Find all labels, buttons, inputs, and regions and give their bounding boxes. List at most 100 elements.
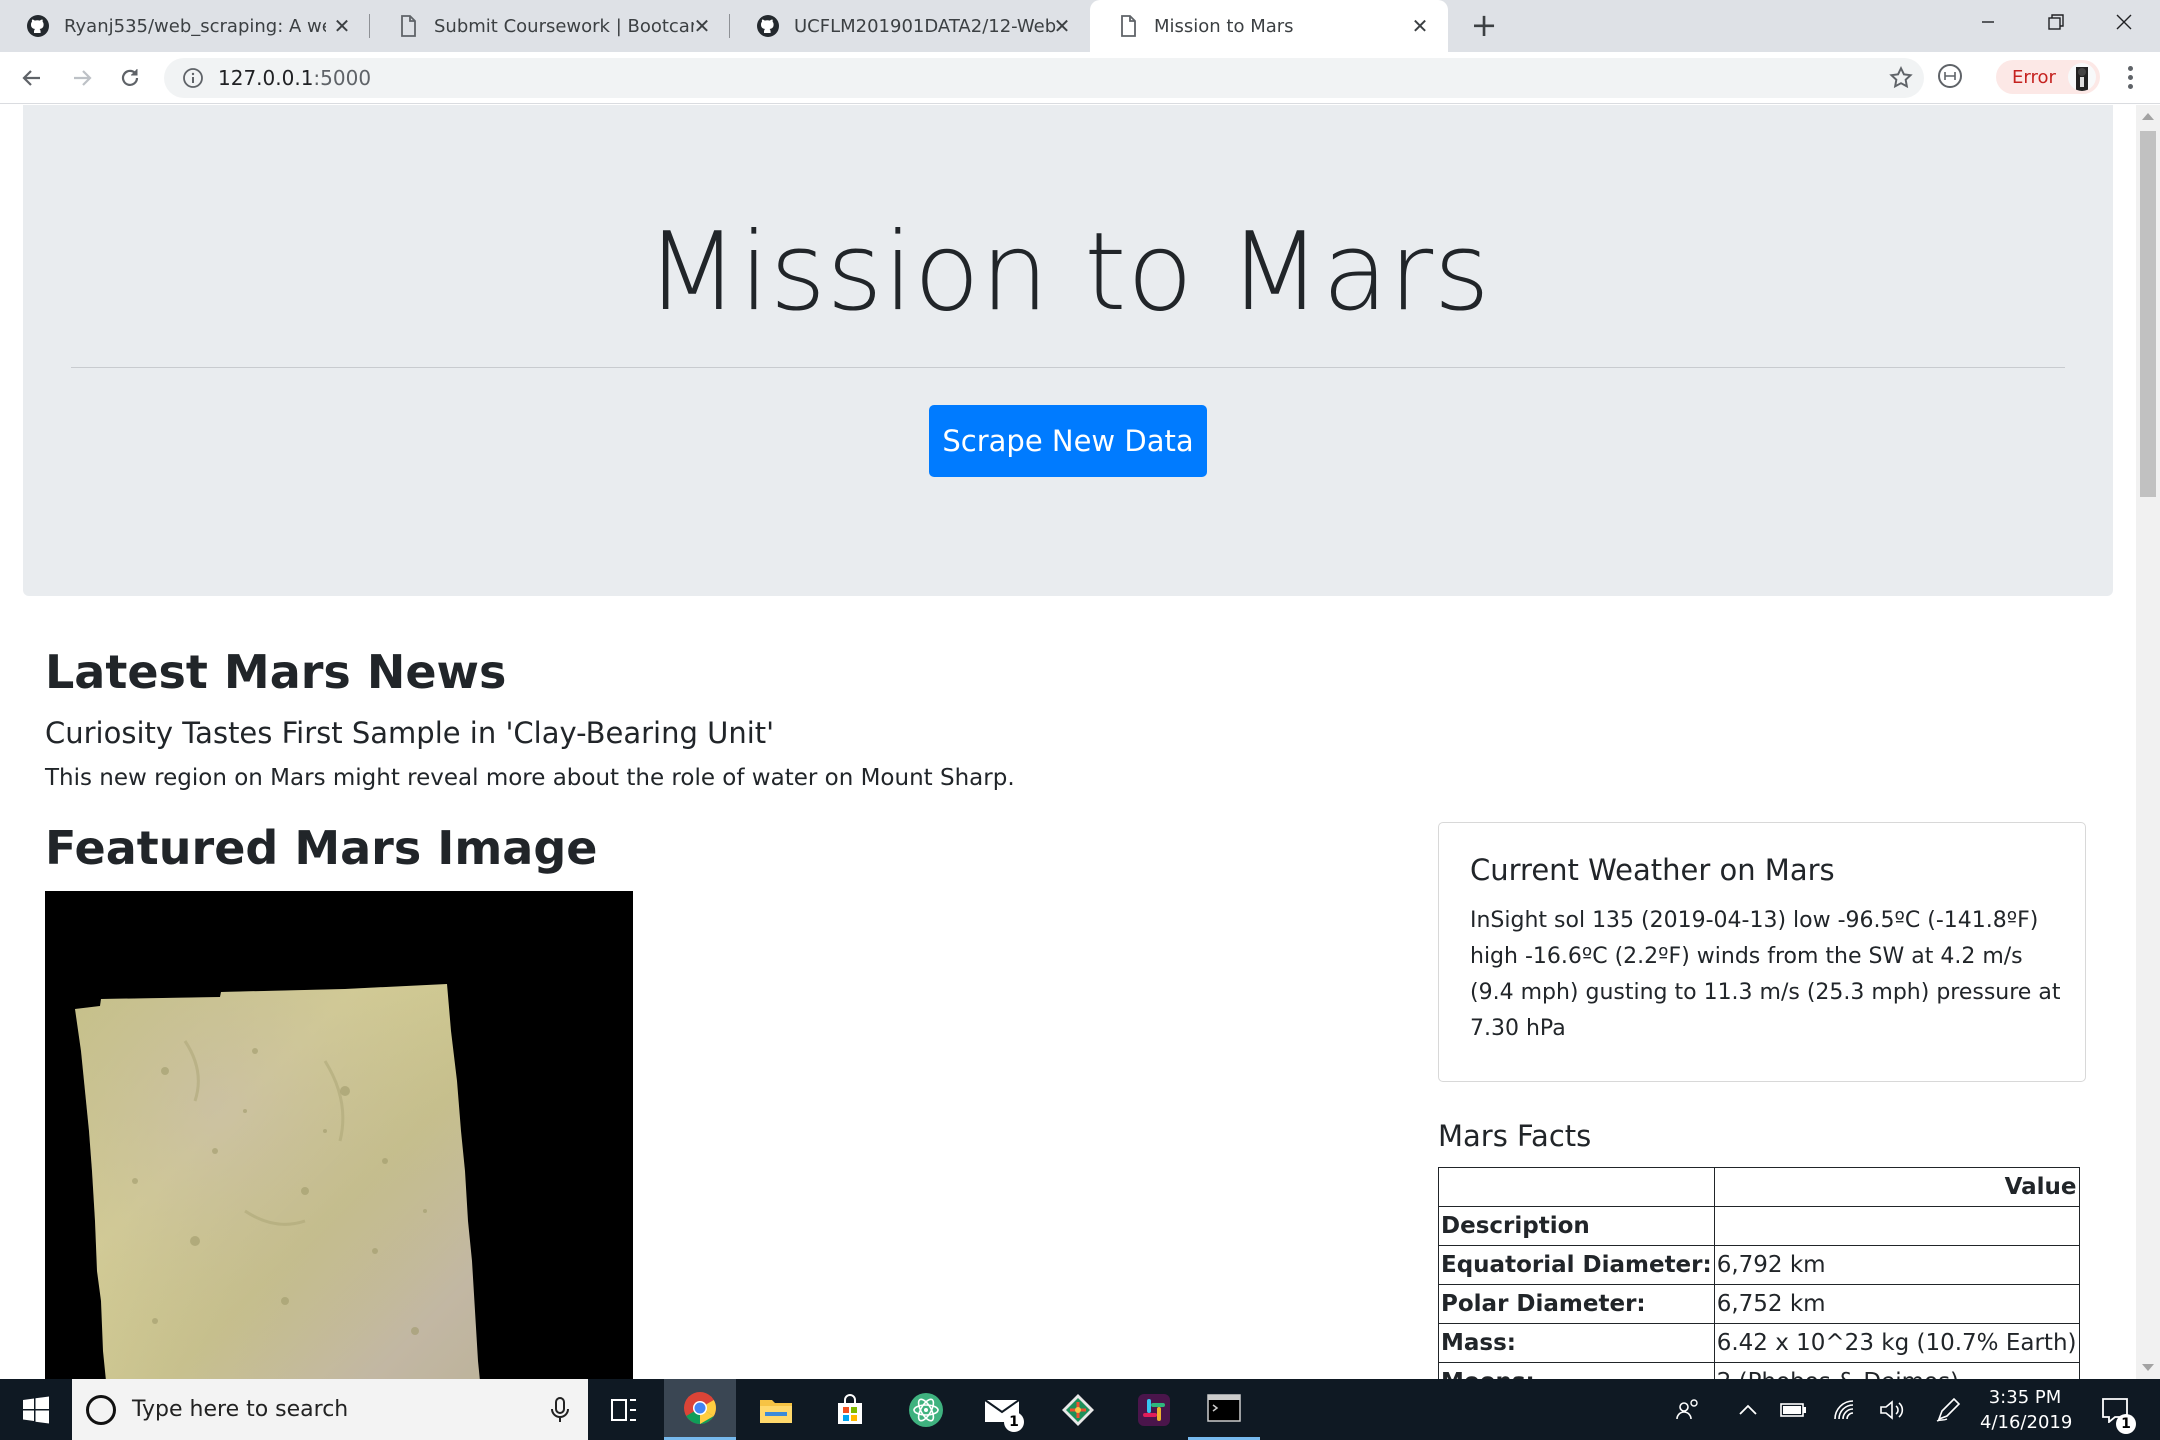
bookmark-star-icon[interactable]	[1888, 65, 1914, 91]
page-scrollbar[interactable]	[2136, 105, 2160, 1379]
tab-strip: Ryanj535/web_scraping: A web a ✕ Submit …	[0, 0, 2160, 52]
browser-toolbar: 127.0.0.1:5000 Error	[0, 52, 2160, 104]
tab-title: UCFLM201901DATA2/12-Web-Sc	[794, 15, 1056, 37]
close-tab-icon[interactable]: ✕	[330, 14, 354, 38]
fact-value: 6,752 km	[1713, 1284, 2080, 1324]
search-placeholder: Type here to search	[132, 1397, 349, 1422]
weather-text: InSight sol 135 (2019-04-13) low -96.5ºC…	[1470, 908, 2061, 1041]
featured-image-heading: Featured Mars Image	[45, 821, 598, 875]
scroll-down-arrow-icon[interactable]	[2142, 1364, 2154, 1371]
clock-time: 3:35 PM	[1988, 1387, 2062, 1408]
url-port: :5000	[313, 66, 372, 90]
battery-icon[interactable]	[1774, 1379, 1814, 1440]
system-clock[interactable]: 3:35 PM 4/16/2019	[1980, 1385, 2073, 1435]
mail-badge: 1	[1004, 1412, 1024, 1432]
taskbar-search-box[interactable]: Type here to search	[72, 1379, 588, 1440]
table-row: Moons: 2 (Phobos & Deimos)	[1438, 1362, 2080, 1379]
restore-button[interactable]	[2022, 0, 2090, 44]
extension-icon[interactable]	[1936, 62, 1964, 90]
reload-button[interactable]	[112, 60, 148, 96]
table-row: Polar Diameter: 6,752 km	[1438, 1284, 2080, 1324]
start-button[interactable]	[0, 1379, 72, 1440]
mars-facts-table: Value Description Equatorial Diameter: 6…	[1438, 1167, 2080, 1379]
page-title: Mission to Mars	[645, 210, 1491, 335]
table-cell	[1438, 1167, 1715, 1207]
arrow-right-icon	[74, 70, 92, 86]
atom-editor-button[interactable]	[890, 1379, 962, 1440]
close-tab-icon[interactable]: ✕	[1050, 14, 1074, 38]
address-bar[interactable]: 127.0.0.1:5000	[164, 58, 1924, 98]
chevron-up-icon[interactable]	[1728, 1379, 1768, 1440]
tab-submit-coursework[interactable]: Submit Coursework | Bootcamp S ✕	[370, 0, 730, 52]
atom-icon	[909, 1392, 943, 1427]
back-button[interactable]	[14, 60, 50, 96]
clock-date: 4/16/2019	[1980, 1412, 2073, 1433]
fact-value: 6.42 x 10^23 kg (10.7% Earth)	[1713, 1323, 2080, 1363]
scroll-up-arrow-icon[interactable]	[2142, 113, 2154, 120]
info-icon[interactable]	[182, 67, 204, 89]
facts-heading: Mars Facts	[1438, 1119, 1592, 1153]
forward-button[interactable]	[64, 60, 100, 96]
action-center-button[interactable]: 1	[2090, 1379, 2140, 1440]
minimize-button[interactable]	[1954, 0, 2022, 44]
featured-mars-image	[45, 891, 633, 1379]
scrollbar-thumb[interactable]	[2140, 131, 2156, 497]
fact-label: Polar Diameter:	[1438, 1284, 1715, 1324]
fact-label: Mass:	[1438, 1323, 1715, 1363]
table-index-label: Description	[1438, 1206, 1715, 1246]
close-icon	[2116, 14, 2132, 30]
task-view-button[interactable]	[588, 1379, 660, 1440]
page-viewport: Mission to Mars Scrape New Data Latest M…	[0, 105, 2136, 1379]
store-button[interactable]	[814, 1379, 886, 1440]
fact-label: Moons:	[1438, 1362, 1715, 1379]
slack-button[interactable]	[1118, 1379, 1190, 1440]
chrome-taskbar-button[interactable]	[664, 1379, 736, 1440]
pen-icon[interactable]	[1928, 1379, 1968, 1440]
close-tab-icon[interactable]: ✕	[1408, 14, 1432, 38]
page-icon	[1121, 15, 1136, 37]
cortana-icon	[86, 1394, 116, 1425]
wifi-icon[interactable]	[1826, 1379, 1866, 1440]
reload-icon	[121, 69, 139, 86]
slack-icon	[1138, 1393, 1170, 1426]
notification-badge: 1	[2116, 1414, 2136, 1434]
scrape-new-data-button[interactable]: Scrape New Data	[929, 405, 1207, 477]
new-tab-button[interactable]: +	[1464, 6, 1504, 46]
table-row: Mass: 6.42 x 10^23 kg (10.7% Earth)	[1438, 1323, 2080, 1363]
profile-status: Error	[2012, 66, 2056, 88]
weather-heading: Current Weather on Mars	[1470, 853, 1835, 887]
restore-icon	[2048, 14, 2064, 30]
github-icon	[27, 15, 49, 37]
git-diamond-icon	[1062, 1393, 1094, 1426]
tab-title: Submit Coursework | Bootcamp S	[434, 15, 694, 37]
table-index-row: Description	[1438, 1206, 2080, 1246]
sourcetree-button[interactable]	[1042, 1379, 1114, 1440]
table-row: Equatorial Diameter: 6,792 km	[1438, 1245, 2080, 1285]
tab-ucflm-repo[interactable]: UCFLM201901DATA2/12-Web-Sc ✕	[730, 0, 1090, 52]
windows-logo-icon	[23, 1396, 49, 1423]
people-icon[interactable]	[1668, 1379, 1708, 1440]
profile-error-button[interactable]: Error	[1996, 60, 2100, 94]
terminal-button[interactable]	[1188, 1379, 1260, 1440]
close-tab-icon[interactable]: ✕	[690, 14, 714, 38]
url-text: 127.0.0.1:5000	[218, 66, 371, 90]
github-icon	[757, 15, 779, 37]
mail-button[interactable]: 1	[966, 1379, 1038, 1440]
store-icon	[838, 1393, 862, 1424]
fact-value: 6,792 km	[1713, 1245, 2080, 1285]
url-host: 127.0.0.1	[218, 66, 314, 90]
minimize-icon	[1982, 21, 1994, 23]
more-menu-icon[interactable]	[2116, 62, 2144, 92]
close-window-button[interactable]	[2090, 0, 2158, 44]
terminal-icon	[1207, 1394, 1241, 1422]
file-explorer-button[interactable]	[740, 1379, 812, 1440]
volume-icon[interactable]	[1872, 1379, 1912, 1440]
folder-icon	[760, 1399, 792, 1423]
tab-github-web-scraping[interactable]: Ryanj535/web_scraping: A web a ✕	[0, 0, 370, 52]
avatar	[2068, 63, 2096, 91]
microphone-icon[interactable]	[550, 1396, 570, 1424]
weather-card: Current Weather on Mars InSight sol 135 …	[1438, 822, 2086, 1082]
news-paragraph: This new region on Mars might reveal mor…	[45, 765, 1015, 791]
tab-mission-to-mars[interactable]: Mission to Mars ✕	[1090, 0, 1448, 52]
jumbotron: Mission to Mars Scrape New Data	[23, 105, 2113, 596]
